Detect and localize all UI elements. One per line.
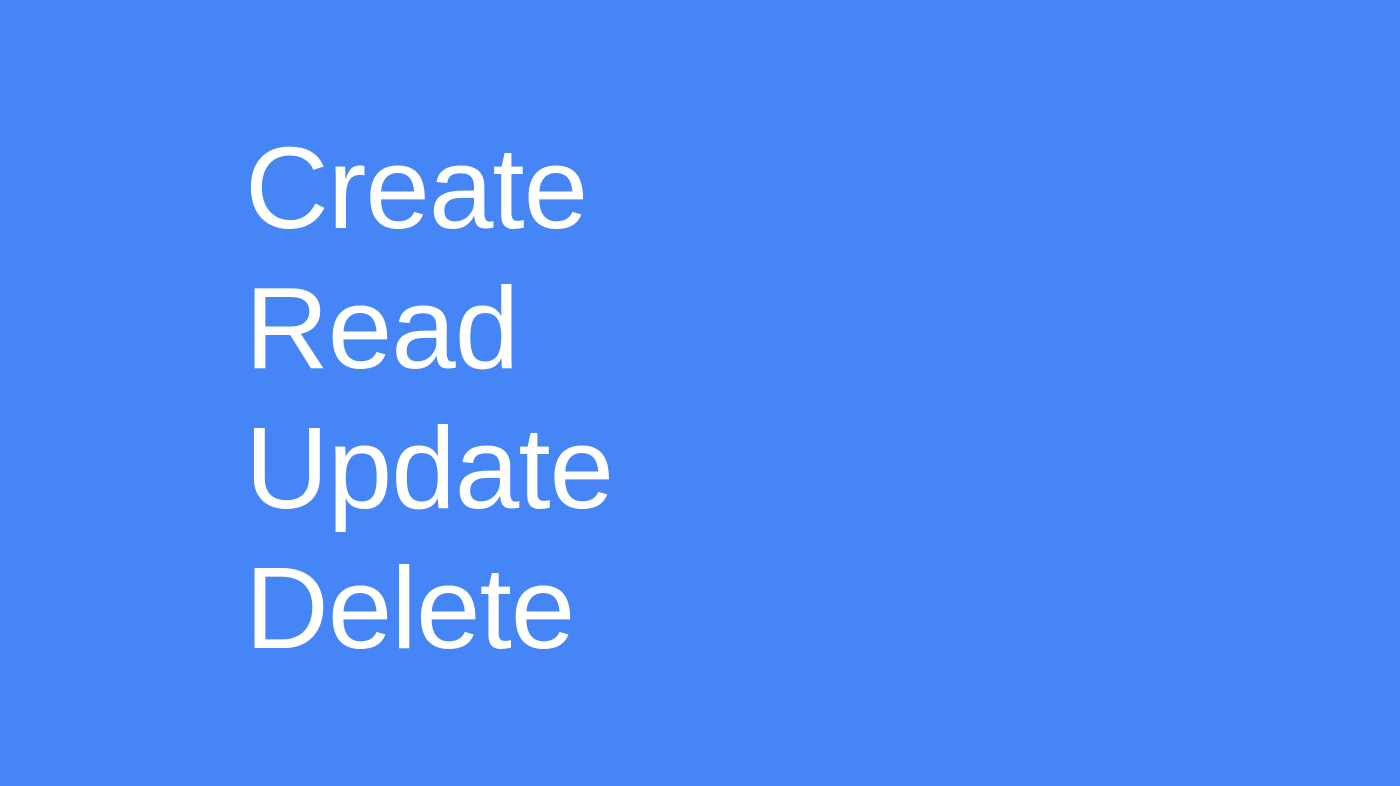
word-read: Read — [245, 263, 519, 393]
word-delete: Delete — [245, 543, 575, 673]
word-create: Create — [245, 123, 588, 253]
word-update: Update — [245, 403, 614, 533]
crud-word-list: Create Read Update Delete — [245, 118, 614, 678]
crud-slide: Create Read Update Delete — [0, 0, 1400, 786]
